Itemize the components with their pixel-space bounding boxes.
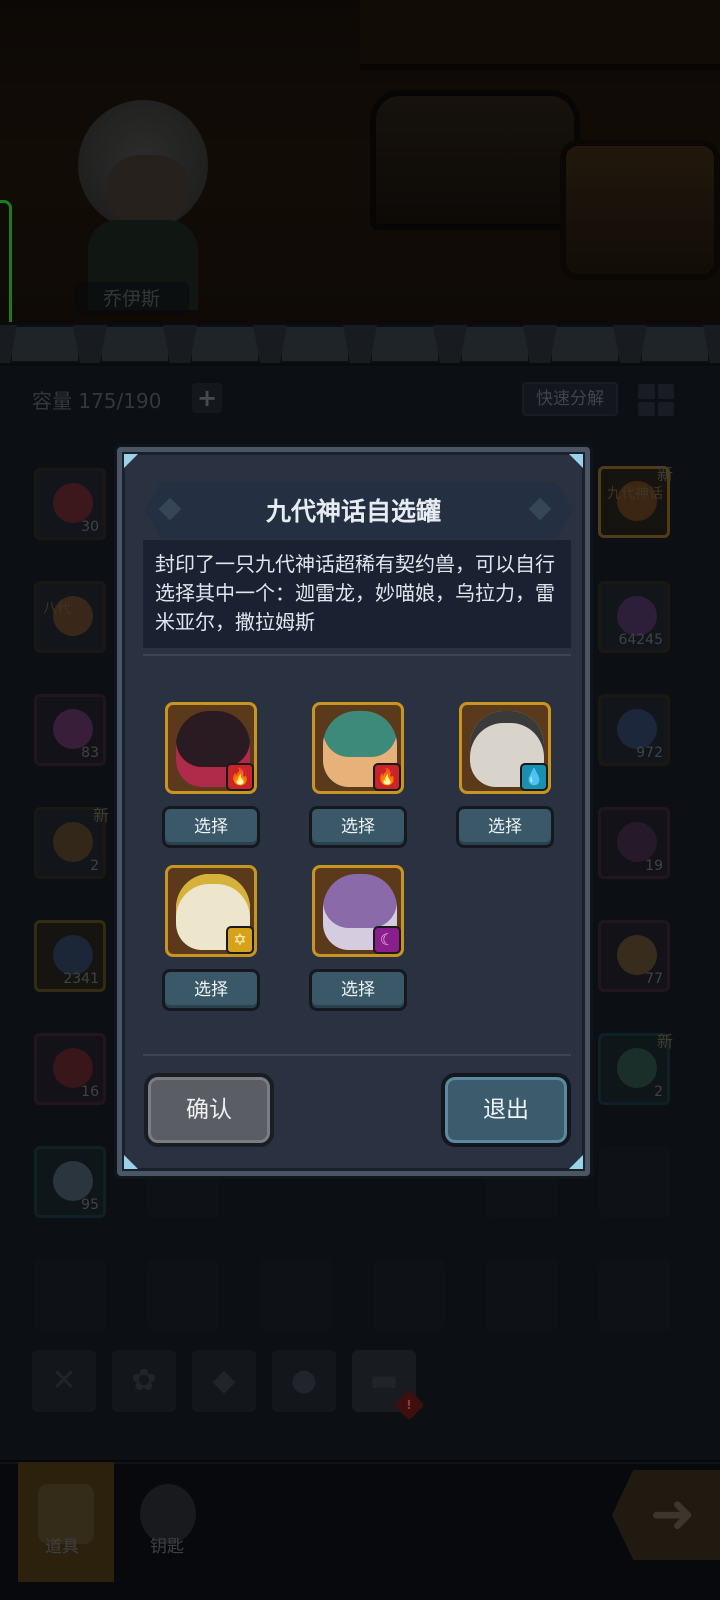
select-button-4[interactable]: 选择 [162,969,260,1011]
select-button-2[interactable]: 选择 [309,806,407,848]
fire-element-icon: 🔥 [226,763,254,791]
dark-element-icon: ☾ [373,926,401,954]
light-element-icon: ✡ [226,926,254,954]
fire-element-icon: 🔥 [373,763,401,791]
select-button-5[interactable]: 选择 [309,969,407,1011]
select-button-3[interactable]: 选择 [456,806,554,848]
confirm-button[interactable]: 确认 [144,1073,274,1147]
divider [143,654,571,656]
select-pet-dialog: 九代神话自选罐 封印了一只九代神话超稀有契约兽，可以自行选择其中一个：迦雷龙，妙… [117,447,590,1176]
pet-portrait-4[interactable]: ✡ [165,865,257,957]
select-button-1[interactable]: 选择 [162,806,260,848]
corner-ornament [569,454,583,468]
pet-portrait-1[interactable]: 🔥 [165,702,257,794]
water-element-icon: 💧 [520,763,548,791]
pet-portrait-3[interactable]: 💧 [459,702,551,794]
corner-ornament [124,1155,138,1169]
divider [143,1054,571,1056]
corner-ornament [569,1155,583,1169]
dialog-description: 封印了一只九代神话超稀有契约兽，可以自行选择其中一个：迦雷龙，妙喵娘，乌拉力，雷… [143,540,571,648]
pet-portrait-5[interactable]: ☾ [312,865,404,957]
dialog-title: 九代神话自选罐 [265,497,441,526]
exit-button[interactable]: 退出 [441,1073,571,1147]
corner-ornament [124,454,138,468]
pet-portrait-2[interactable]: 🔥 [312,702,404,794]
